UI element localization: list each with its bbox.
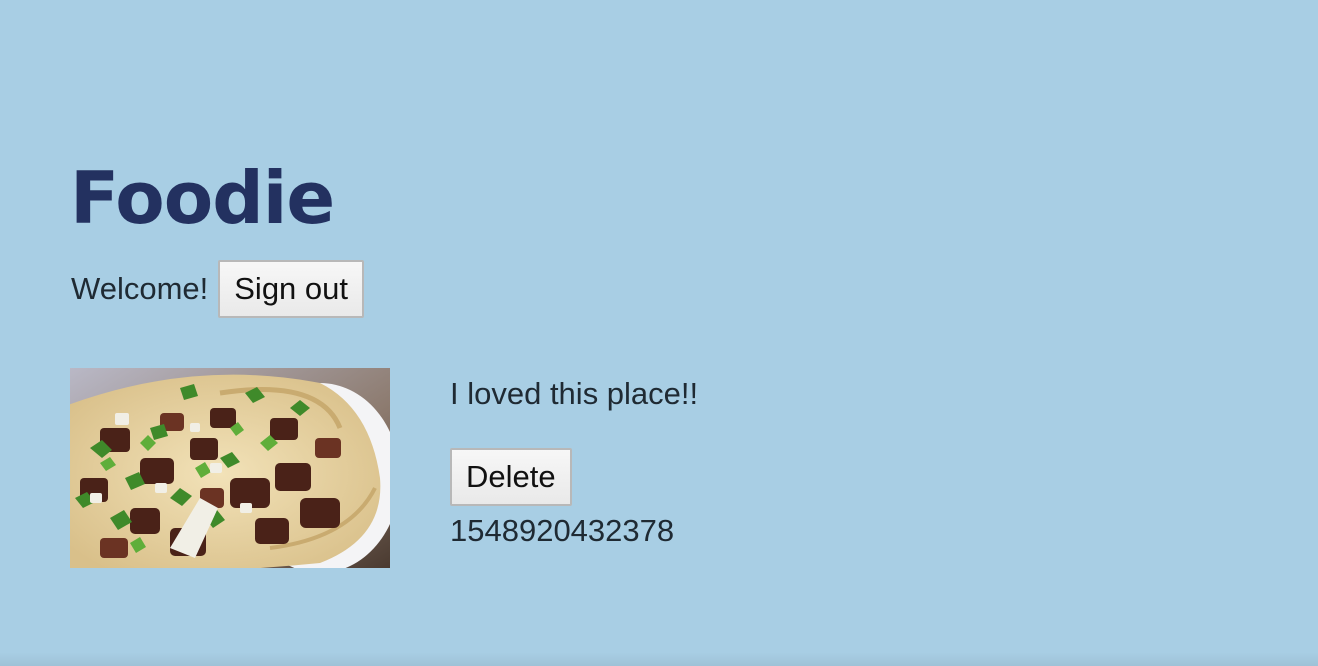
welcome-row: Welcome! Sign out: [71, 260, 365, 318]
post-comment: I loved this place!!: [450, 376, 699, 411]
sign-out-button[interactable]: Sign out: [218, 260, 365, 318]
page: Foodie Welcome! Sign out I loved this pl…: [0, 0, 1318, 666]
taco-photo: [70, 368, 390, 568]
post-item: I loved this place!! Delete 154892043237…: [70, 368, 698, 568]
post-body: I loved this place!! Delete 154892043237…: [450, 368, 698, 568]
app-title: Foodie: [70, 156, 335, 240]
bottom-shade: [0, 652, 1318, 666]
post-timestamp: 1548920432378: [450, 513, 675, 548]
delete-button[interactable]: Delete: [450, 448, 572, 506]
welcome-text: Welcome!: [71, 271, 209, 306]
